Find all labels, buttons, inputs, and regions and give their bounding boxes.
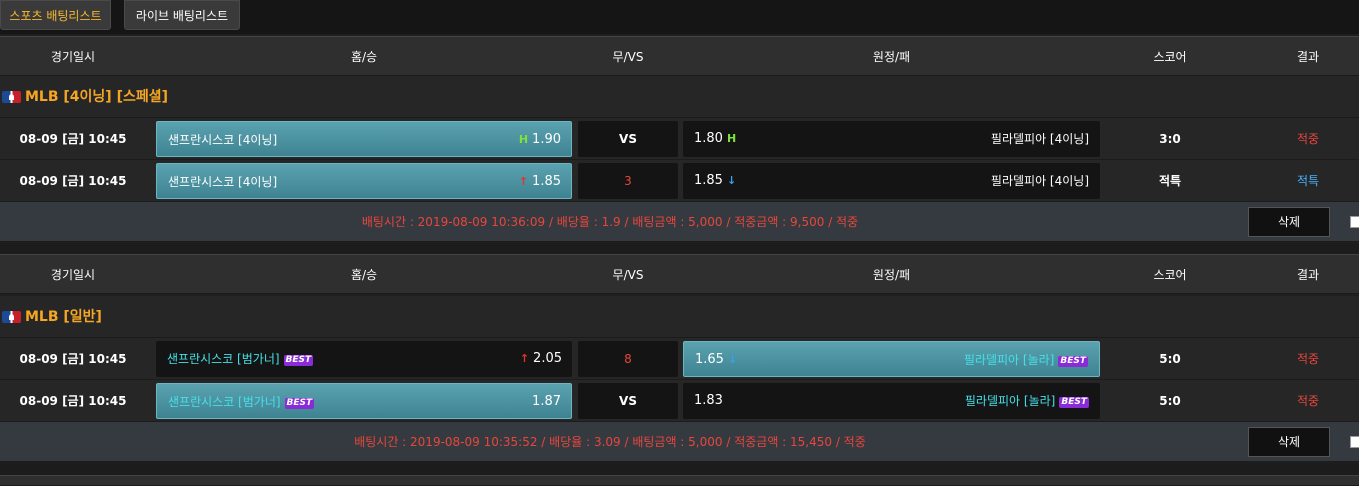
score: 5:0 bbox=[1159, 394, 1181, 408]
col-away: 원정/패 bbox=[872, 268, 911, 282]
arrow-down-icon: ↓ bbox=[727, 353, 738, 366]
column-header: 경기일시 홈/승 무/VS 원정/패 스코어 결과 bbox=[0, 254, 1359, 294]
select-checkbox[interactable] bbox=[1350, 436, 1359, 448]
best-badge: BEST bbox=[283, 355, 314, 366]
match-date: 08-09 [금] 10:45 bbox=[19, 132, 127, 146]
col-draw: 무/VS bbox=[612, 50, 644, 64]
slip-summary: 배팅시간 : 2019-08-09 10:36:09 / 배당율 : 1.9 /… bbox=[0, 202, 1359, 242]
league-title: MLB [4이닝] [스페셜] bbox=[25, 89, 169, 105]
home-team-name: 샌프란시스코 [범가너] bbox=[168, 395, 281, 409]
away-team-name: 필라델피아 [놀라] bbox=[964, 394, 1056, 408]
home-odds-box[interactable]: 샌프란시스코 [범가너] BEST ↑ 2.05 bbox=[156, 341, 572, 377]
draw-odds: 8 bbox=[624, 352, 632, 366]
col-result: 결과 bbox=[1296, 50, 1320, 64]
score: 3:0 bbox=[1159, 132, 1181, 146]
mlb-flag-icon bbox=[2, 311, 21, 323]
away-odds-box[interactable]: 1.83 필라델피아 [놀라] BEST bbox=[683, 383, 1100, 419]
bet-row: 08-09 [금] 10:45 샌프란시스코 [범가너] BEST ↑ 2.05 8… bbox=[0, 338, 1359, 380]
score: 5:0 bbox=[1159, 352, 1181, 366]
summary-text: 배팅시간 : 2019-08-09 10:36:09 / 배당율 : 1.9 /… bbox=[361, 215, 859, 229]
league-row: MLB [4이닝] [스페셜] bbox=[0, 76, 1359, 118]
home-team-name: 샌프란시스코 [4이닝] bbox=[168, 133, 278, 147]
tab-sports-bet-list[interactable]: 스포츠 배팅리스트 bbox=[0, 0, 111, 30]
away-odds-box[interactable]: 1.80 H 필라델피아 [4이닝] bbox=[683, 121, 1100, 157]
away-team-name: 필라델피아 [놀라] bbox=[963, 353, 1055, 367]
result-badge: 적특 bbox=[1296, 174, 1320, 188]
arrow-down-icon: ↓ bbox=[726, 174, 737, 187]
bet-row: 08-09 [금] 10:45 샌프란시스코 [범가너] BEST 1.87 VS… bbox=[0, 380, 1359, 422]
best-badge: BEST bbox=[1059, 397, 1089, 408]
home-odds-box[interactable]: 샌프란시스코 [범가너] BEST 1.87 bbox=[156, 383, 572, 419]
vs-label: VS bbox=[619, 394, 637, 408]
draw-odds: 3 bbox=[624, 174, 632, 188]
league-row: MLB [일반] bbox=[0, 296, 1359, 338]
mlb-flag-icon bbox=[2, 91, 21, 103]
draw-box[interactable]: 3 bbox=[578, 163, 678, 199]
away-odds: 1.83 bbox=[694, 393, 723, 408]
match-date: 08-09 [금] 10:45 bbox=[19, 352, 127, 366]
col-score: 스코어 bbox=[1153, 50, 1187, 64]
bet-row: 08-09 [금] 10:45 샌프란시스코 [4이닝] ↑ 1.85 3 1.8… bbox=[0, 160, 1359, 202]
result-badge: 적중 bbox=[1296, 394, 1320, 408]
home-odds: 1.85 bbox=[532, 174, 561, 189]
match-date: 08-09 [금] 10:45 bbox=[19, 394, 127, 408]
away-odds: 1.80 bbox=[694, 131, 723, 146]
away-odds-box[interactable]: 1.85 ↓ 필라델피아 [4이닝] bbox=[683, 163, 1100, 199]
bet-row: 08-09 [금] 10:45 샌프란시스코 [4이닝] H 1.90 VS 1.… bbox=[0, 118, 1359, 160]
summary-text: 배팅시간 : 2019-08-09 10:35:52 / 배당율 : 3.09 … bbox=[354, 435, 866, 449]
draw-box[interactable]: VS bbox=[578, 121, 678, 157]
col-score: 스코어 bbox=[1153, 268, 1187, 282]
home-odds: 1.87 bbox=[532, 394, 561, 409]
handicap-icon: H bbox=[518, 133, 529, 146]
away-odds: 1.65 bbox=[695, 352, 724, 367]
slip-summary: 배팅시간 : 2019-08-09 10:35:52 / 배당율 : 3.09 … bbox=[0, 422, 1359, 462]
tab-live-bet-list[interactable]: 라이브 배팅리스트 bbox=[124, 0, 240, 30]
col-result: 결과 bbox=[1296, 268, 1320, 282]
home-team-name: 샌프란시스코 [범가너] bbox=[167, 352, 280, 366]
column-header: 경기일시 홈/승 무/VS 원정/패 스코어 결과 bbox=[0, 36, 1359, 76]
best-badge: BEST bbox=[1058, 356, 1088, 367]
best-badge: BEST bbox=[284, 398, 315, 409]
col-home: 홈/승 bbox=[350, 268, 378, 282]
draw-box[interactable]: VS bbox=[578, 383, 678, 419]
divider bbox=[0, 243, 1359, 254]
away-odds-box[interactable]: 1.65 ↓ 필라델피아 [놀라] BEST bbox=[683, 341, 1100, 377]
col-away: 원정/패 bbox=[872, 50, 911, 64]
home-odds-box[interactable]: 샌프란시스코 [4이닝] H 1.90 bbox=[156, 121, 572, 157]
home-odds-box[interactable]: 샌프란시스코 [4이닝] ↑ 1.85 bbox=[156, 163, 572, 199]
bet-list-tabs: 스포츠 배팅리스트 라이브 배팅리스트 bbox=[0, 0, 1359, 34]
handicap-icon: H bbox=[726, 132, 737, 145]
divider bbox=[0, 463, 1359, 475]
next-slip-header bbox=[0, 475, 1359, 486]
col-home: 홈/승 bbox=[350, 50, 378, 64]
home-odds: 1.90 bbox=[532, 132, 561, 147]
league-title: MLB [일반] bbox=[25, 309, 102, 325]
col-date: 경기일시 bbox=[50, 50, 96, 64]
arrow-up-icon: ↑ bbox=[519, 352, 530, 365]
match-date: 08-09 [금] 10:45 bbox=[19, 174, 127, 188]
vs-label: VS bbox=[619, 132, 637, 146]
away-team-name: 필라델피아 [4이닝] bbox=[990, 132, 1089, 146]
away-odds: 1.85 bbox=[694, 173, 723, 188]
draw-box[interactable]: 8 bbox=[578, 341, 678, 377]
result-badge: 적중 bbox=[1296, 352, 1320, 366]
select-checkbox[interactable] bbox=[1350, 216, 1359, 228]
result-badge: 적중 bbox=[1296, 132, 1320, 146]
away-team-name: 필라델피아 [4이닝] bbox=[990, 174, 1089, 188]
col-draw: 무/VS bbox=[612, 268, 644, 282]
score: 적특 bbox=[1158, 174, 1182, 188]
arrow-up-icon: ↑ bbox=[518, 175, 529, 188]
delete-button[interactable]: 삭제 bbox=[1248, 427, 1330, 457]
home-team-name: 샌프란시스코 [4이닝] bbox=[168, 175, 278, 189]
col-date: 경기일시 bbox=[50, 268, 96, 282]
delete-button[interactable]: 삭제 bbox=[1248, 207, 1330, 237]
home-odds: 2.05 bbox=[533, 351, 562, 366]
